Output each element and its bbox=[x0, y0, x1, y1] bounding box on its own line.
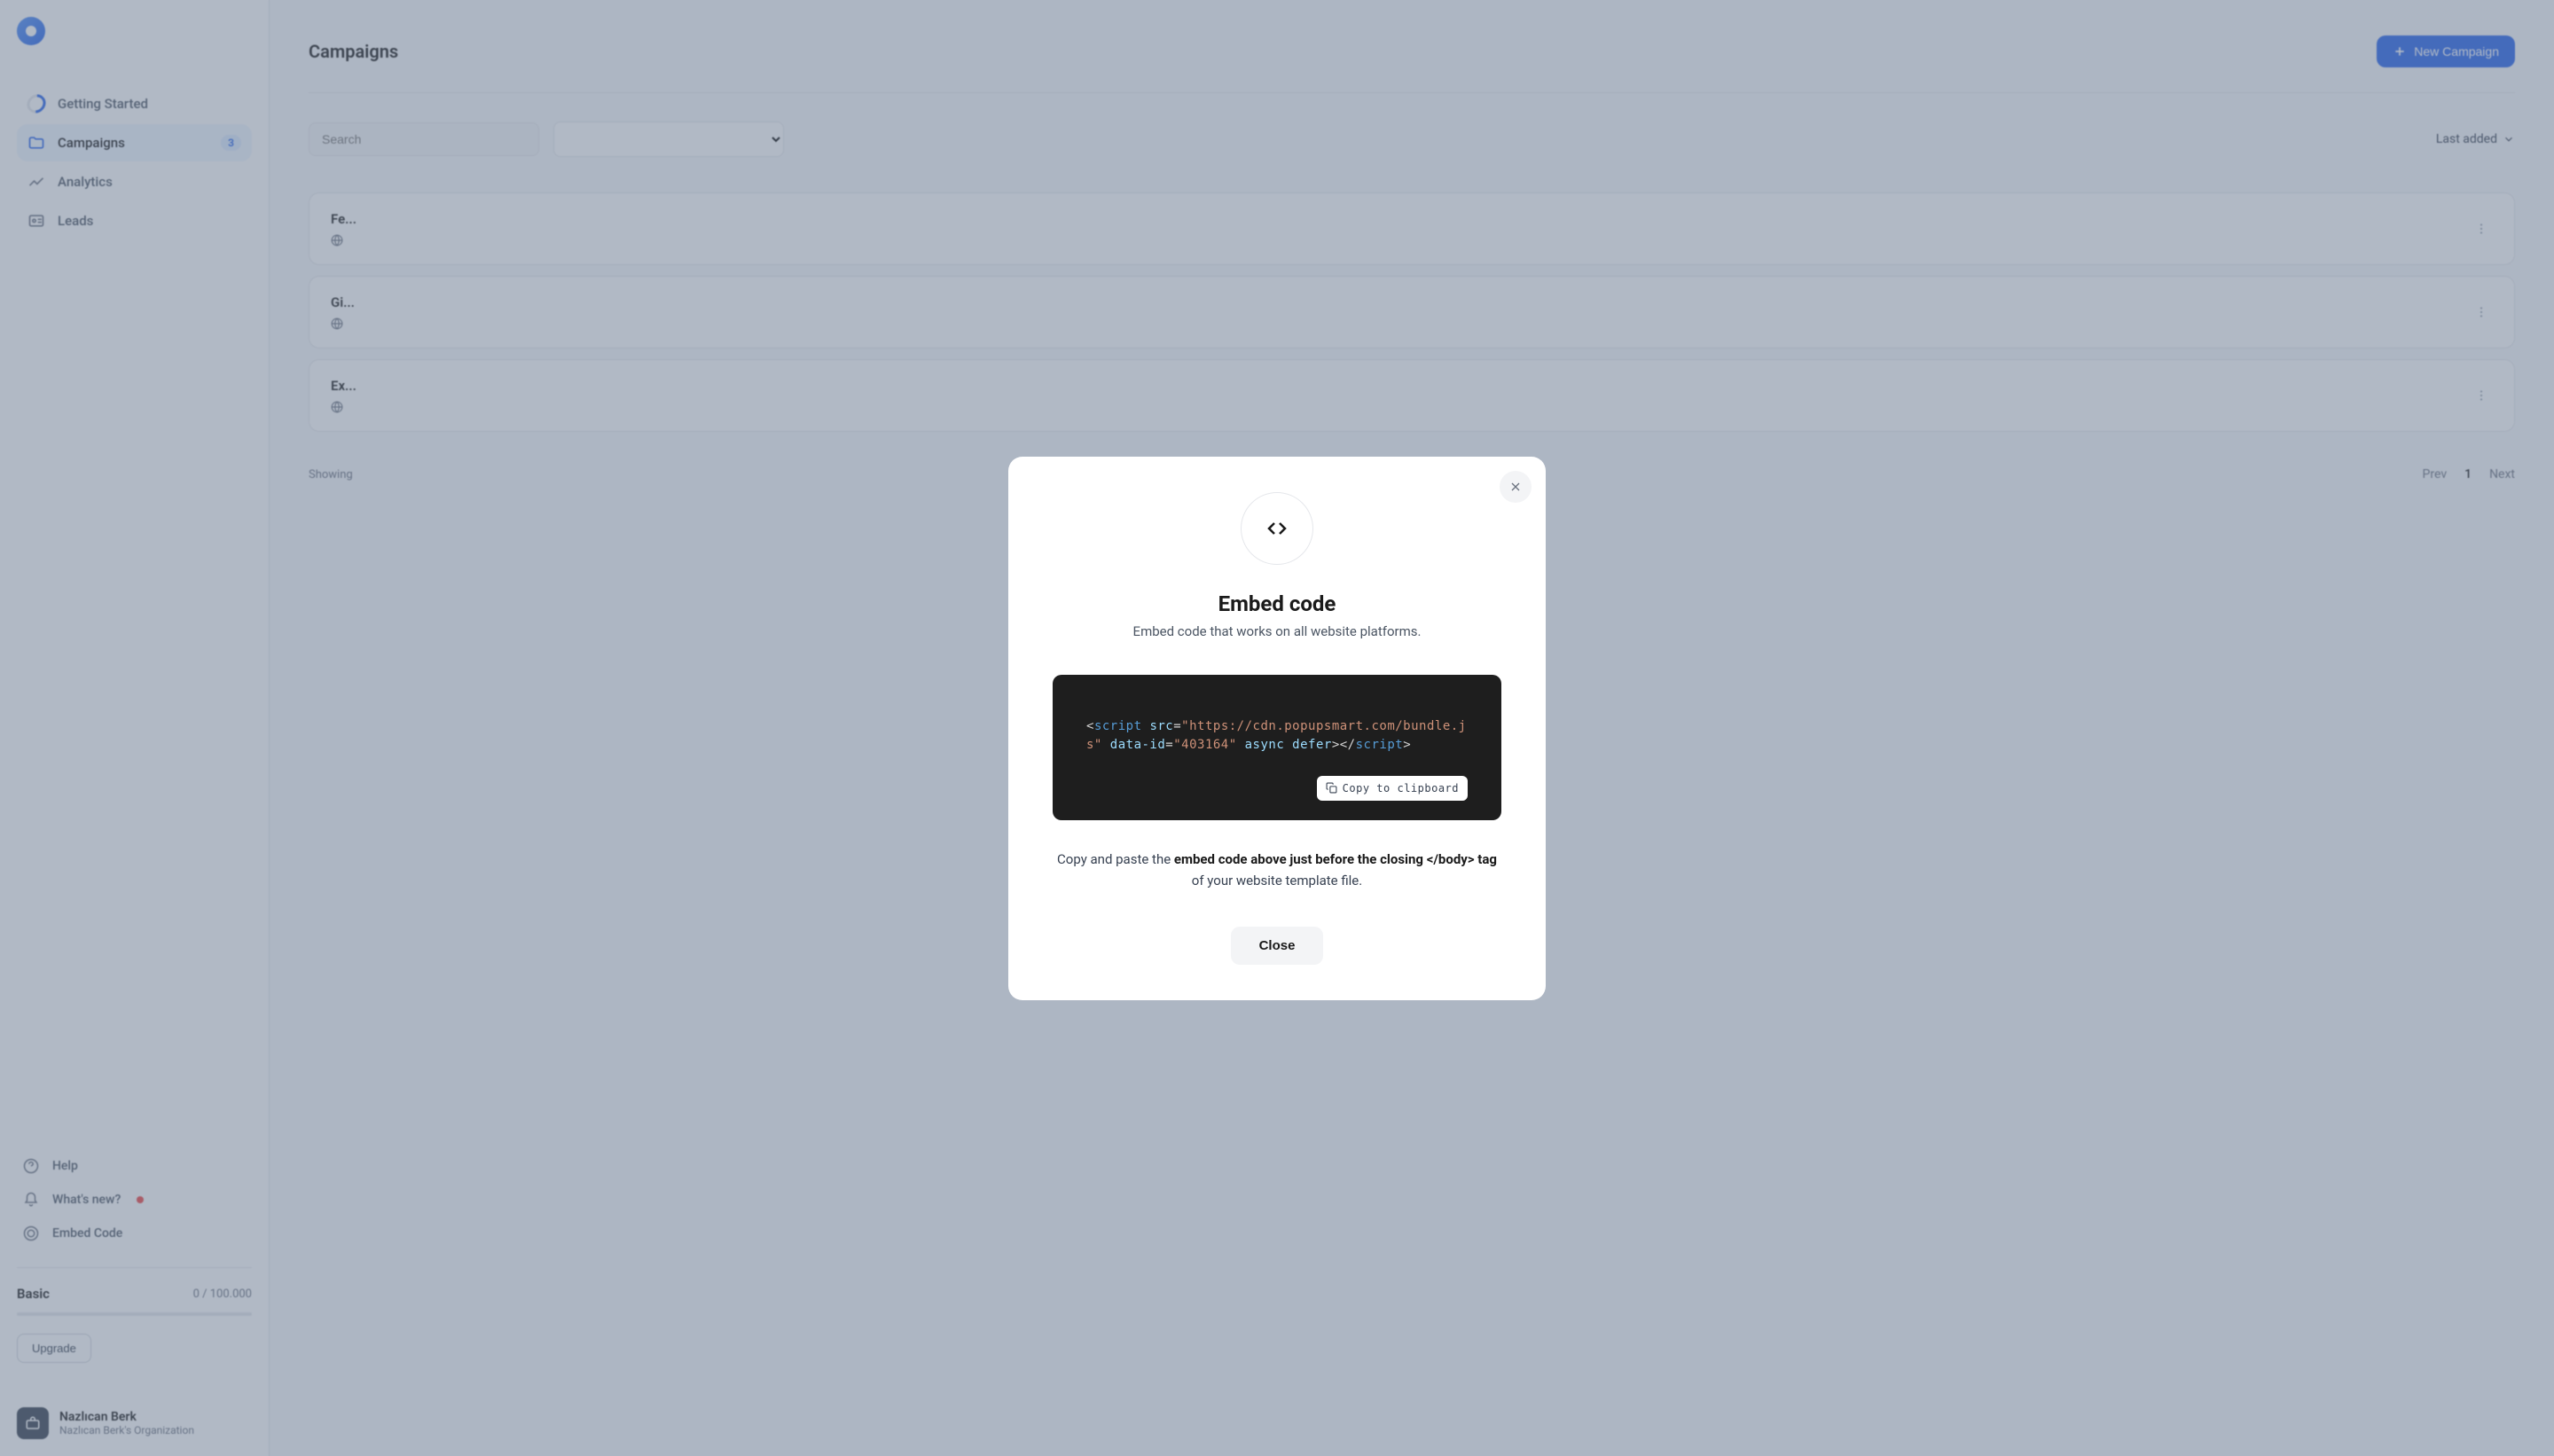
modal-overlay[interactable]: Embed code Embed code that works on all … bbox=[0, 0, 2554, 1456]
modal-subtitle: Embed code that works on all website pla… bbox=[1053, 623, 1501, 639]
modal-instruction: Copy and paste the embed code above just… bbox=[1053, 849, 1501, 891]
code-block: <script src="https://cdn.popupsmart.com/… bbox=[1053, 675, 1501, 820]
modal-close-button[interactable] bbox=[1500, 471, 1532, 503]
close-icon bbox=[1508, 480, 1523, 494]
embed-code-text: <script src="https://cdn.popupsmart.com/… bbox=[1086, 717, 1468, 755]
copy-label: Copy to clipboard bbox=[1343, 780, 1459, 796]
modal-title: Embed code bbox=[1053, 591, 1501, 616]
copy-icon bbox=[1326, 782, 1337, 794]
close-button[interactable]: Close bbox=[1231, 927, 1324, 965]
embed-code-modal: Embed code Embed code that works on all … bbox=[1008, 457, 1546, 1000]
code-icon bbox=[1241, 492, 1313, 565]
copy-to-clipboard-button[interactable]: Copy to clipboard bbox=[1317, 776, 1468, 801]
